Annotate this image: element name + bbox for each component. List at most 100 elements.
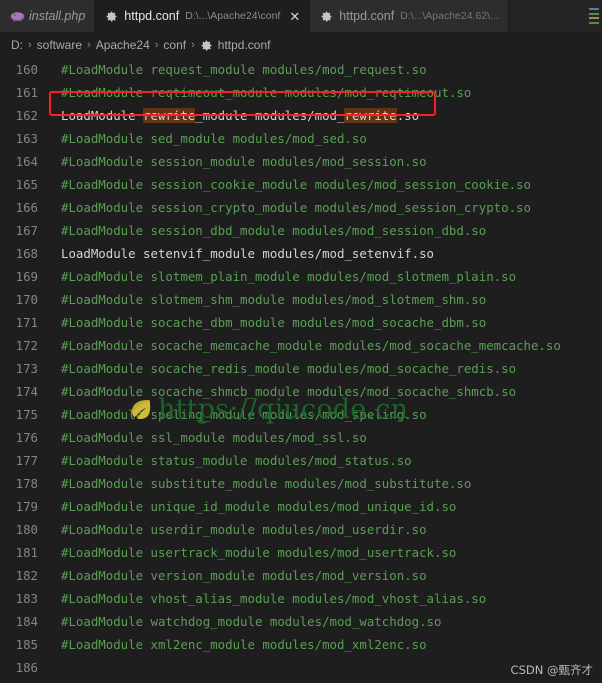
code-segment: #LoadModule userdir_module modules/mod_u… (61, 522, 427, 537)
line-number: 177 (15, 453, 38, 468)
code-line[interactable]: 182 #LoadModule version_module modules/mo… (0, 564, 602, 587)
code-line-text: #LoadModule request_module modules/mod_r… (47, 62, 602, 77)
line-number: 180 (15, 522, 38, 537)
code-segment: #LoadModule session_dbd_module modules/m… (61, 223, 487, 238)
code-line[interactable]: 160 #LoadModule request_module modules/mo… (0, 58, 602, 81)
line-number: 186 (15, 660, 38, 675)
code-segment: #LoadModule speling_module modules/mod_s… (61, 407, 427, 422)
code-line[interactable]: 184 #LoadModule watchdog_module modules/m… (0, 610, 602, 633)
line-number: 167 (15, 223, 38, 238)
breadcrumb-item-1[interactable]: software (37, 38, 82, 52)
code-line[interactable]: 163 #LoadModule sed_module modules/mod_se… (0, 127, 602, 150)
editor-window: install.php httpd.conf D:\...\Apache24\con… (0, 0, 602, 683)
code-line[interactable]: 187#php5 support (0, 679, 602, 683)
code-line-text: #LoadModule session_crypto_module module… (47, 200, 602, 215)
line-number: 170 (15, 292, 38, 307)
code-line[interactable]: 173 #LoadModule socache_redis_module modu… (0, 357, 602, 380)
code-line[interactable]: 166 #LoadModule session_crypto_module mod… (0, 196, 602, 219)
line-number: 185 (15, 637, 38, 652)
editor-actions-icon[interactable] (589, 5, 599, 27)
code-line[interactable]: 179 #LoadModule unique_id_module modules/… (0, 495, 602, 518)
line-number: 161 (15, 85, 38, 100)
code-line[interactable]: 174 #LoadModule socache_shmcb_module modu… (0, 380, 602, 403)
code-line-text: #LoadModule version_module modules/mod_v… (47, 568, 602, 583)
code-segment: #LoadModule reqtimeout_module modules/mo… (61, 85, 472, 100)
line-number: 162 (15, 108, 38, 123)
code-line[interactable]: 186 (0, 656, 602, 679)
code-segment: LoadModule (61, 108, 144, 123)
code-line-text: LoadModule rewrite_module modules/mod_re… (47, 108, 602, 123)
code-line[interactable]: 169 #LoadModule slotmem_plain_module modu… (0, 265, 602, 288)
code-line[interactable]: 168 LoadModule setenvif_module modules/mo… (0, 242, 602, 265)
code-line[interactable]: 171 #LoadModule socache_dbm_module module… (0, 311, 602, 334)
code-line-text: #LoadModule socache_shmcb_module modules… (47, 384, 602, 399)
code-segment: #LoadModule request_module modules/mod_r… (61, 62, 427, 77)
breadcrumb-item-file[interactable]: httpd.conf (200, 38, 271, 52)
code-segment: #LoadModule socache_shmcb_module modules… (61, 384, 517, 399)
gear-icon (105, 10, 119, 24)
tab-description: D:\...\Apache24.62\... (400, 10, 499, 22)
code-line[interactable]: 167 #LoadModule session_dbd_module module… (0, 219, 602, 242)
code-line[interactable]: 176 #LoadModule ssl_module modules/mod_ss… (0, 426, 602, 449)
code-line[interactable]: 180 #LoadModule userdir_module modules/mo… (0, 518, 602, 541)
gear-icon (200, 39, 214, 53)
breadcrumb-filename: httpd.conf (217, 38, 271, 52)
tab-1[interactable]: httpd.conf D:\...\Apache24\conf ✕ (95, 0, 311, 32)
line-number: 163 (15, 131, 38, 146)
breadcrumb-item-3[interactable]: conf (163, 38, 186, 52)
tab-title: httpd.conf (124, 9, 180, 23)
code-line[interactable]: 175 #LoadModule speling_module modules/mo… (0, 403, 602, 426)
code-segment: #LoadModule ssl_module modules/mod_ssl.s… (61, 430, 367, 445)
code-segment: #LoadModule socache_memcache_module modu… (61, 338, 561, 353)
code-lines-container: 160 #LoadModule request_module modules/mo… (0, 58, 602, 683)
code-line[interactable]: 177 #LoadModule status_module modules/mod… (0, 449, 602, 472)
code-line[interactable]: 170 #LoadModule slotmem_shm_module module… (0, 288, 602, 311)
code-line[interactable]: 162 LoadModule rewrite_module modules/mod… (0, 104, 602, 127)
code-line[interactable]: 165 #LoadModule session_cookie_module mod… (0, 173, 602, 196)
code-segment: #LoadModule xml2enc_module modules/mod_x… (61, 637, 427, 652)
line-number: 171 (15, 315, 38, 330)
code-line-text: #LoadModule session_dbd_module modules/m… (47, 223, 602, 238)
code-line-text: #LoadModule session_cookie_module module… (47, 177, 602, 192)
code-line[interactable]: 164 #LoadModule session_module modules/mo… (0, 150, 602, 173)
code-segment: #LoadModule vhost_alias_module modules/m… (61, 591, 487, 606)
code-segment: _module modules/mod_ (195, 108, 345, 123)
code-segment: #LoadModule unique_id_module modules/mod… (61, 499, 457, 514)
code-line[interactable]: 178 #LoadModule substitute_module modules… (0, 472, 602, 495)
tab-title: install.php (29, 9, 86, 23)
code-segment: #LoadModule slotmem_plain_module modules… (61, 269, 517, 284)
code-line-text: #LoadModule substitute_module modules/mo… (47, 476, 602, 491)
code-line-text: #LoadModule userdir_module modules/mod_u… (47, 522, 602, 537)
code-line[interactable]: 181 #LoadModule usertrack_module modules/… (0, 541, 602, 564)
line-number: 175 (15, 407, 38, 422)
code-line-text: #LoadModule socache_redis_module modules… (47, 361, 602, 376)
line-number: 168 (15, 246, 38, 261)
code-line-text: #LoadModule ssl_module modules/mod_ssl.s… (47, 430, 602, 445)
tab-close-icon[interactable]: ✕ (289, 10, 300, 23)
tab-2[interactable]: httpd.conf D:\...\Apache24.62\... (310, 0, 509, 32)
code-editor[interactable]: 160 #LoadModule request_module modules/mo… (0, 58, 602, 683)
code-line-text: #LoadModule slotmem_shm_module modules/m… (47, 292, 602, 307)
code-segment: #LoadModule session_module modules/mod_s… (61, 154, 427, 169)
tab-description: D:\...\Apache24\conf (185, 10, 281, 22)
code-segment: .so (396, 108, 420, 123)
code-line-text: #LoadModule sed_module modules/mod_sed.s… (47, 131, 602, 146)
code-line-text: #LoadModule reqtimeout_module modules/mo… (47, 85, 602, 100)
code-line-text: #LoadModule unique_id_module modules/mod… (47, 499, 602, 514)
tab-0[interactable]: install.php (0, 0, 96, 32)
code-line-text: #LoadModule xml2enc_module modules/mod_x… (47, 637, 602, 652)
line-number: 166 (15, 200, 38, 215)
code-line-text: #LoadModule session_module modules/mod_s… (47, 154, 602, 169)
code-line[interactable]: 185 #LoadModule xml2enc_module modules/mo… (0, 633, 602, 656)
breadcrumb-item-0[interactable]: D: (11, 38, 23, 52)
tab-title: httpd.conf (339, 9, 395, 23)
line-number: 165 (15, 177, 38, 192)
breadcrumb-separator-icon: › (191, 39, 195, 51)
code-line[interactable]: 161 #LoadModule reqtimeout_module modules… (0, 81, 602, 104)
code-line-text: #LoadModule speling_module modules/mod_s… (47, 407, 602, 422)
code-line[interactable]: 172 #LoadModule socache_memcache_module m… (0, 334, 602, 357)
code-line[interactable]: 183 #LoadModule vhost_alias_module module… (0, 587, 602, 610)
line-number: 183 (15, 591, 38, 606)
code-segment: #LoadModule watchdog_module modules/mod_… (61, 614, 442, 629)
breadcrumb-item-2[interactable]: Apache24 (96, 38, 150, 52)
